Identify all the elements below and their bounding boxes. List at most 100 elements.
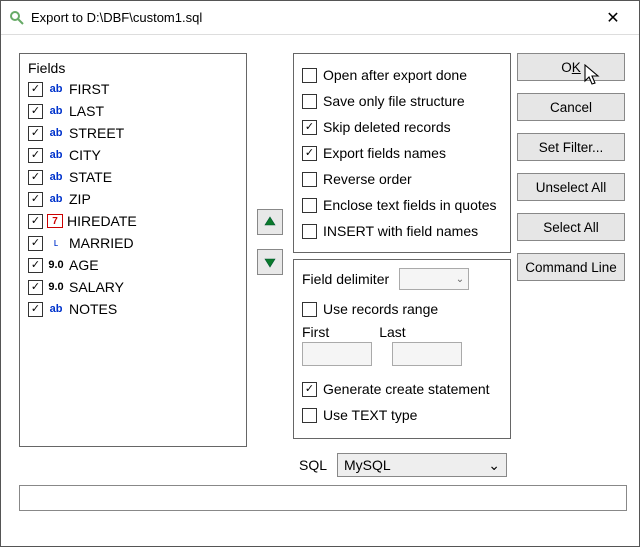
field-type-icon: ʟ [47, 235, 65, 251]
reorder-controls [253, 53, 287, 447]
field-type-icon: ab [47, 81, 65, 97]
option-row: Export fields names [302, 140, 502, 166]
field-name-label: STREET [69, 125, 124, 141]
option-label: Enclose text fields in quotes [323, 197, 497, 213]
cancel-button[interactable]: Cancel [517, 93, 625, 121]
field-checkbox[interactable] [28, 170, 43, 185]
field-name-label: ZIP [69, 191, 91, 207]
chevron-down-icon: ⌄ [456, 274, 464, 285]
field-delimiter-label: Field delimiter [302, 271, 389, 287]
field-row[interactable]: abSTATE [28, 166, 238, 188]
use-text-type-label: Use TEXT type [323, 407, 417, 423]
sql-dialect-select[interactable]: MySQL ⌄ [337, 453, 507, 477]
move-up-button[interactable] [257, 209, 283, 235]
status-bar [19, 485, 627, 511]
set-filter-button[interactable]: Set Filter... [517, 133, 625, 161]
app-icon [9, 10, 25, 26]
first-label: First [302, 324, 329, 340]
unselect-all-button[interactable]: Unselect All [517, 173, 625, 201]
export-options-group: Open after export done Save only file str… [293, 53, 511, 253]
field-checkbox[interactable] [28, 82, 43, 97]
export-dialog: Export to D:\DBF\custom1.sql ✕ Fields ab… [0, 0, 640, 547]
field-checkbox[interactable] [28, 192, 43, 207]
use-records-range-checkbox[interactable] [302, 302, 317, 317]
options-column: Open after export done Save only file str… [293, 53, 511, 447]
field-type-icon: ab [47, 103, 65, 119]
titlebar: Export to D:\DBF\custom1.sql ✕ [1, 1, 639, 35]
field-checkbox[interactable] [28, 236, 43, 251]
field-checkbox[interactable] [28, 280, 43, 295]
chevron-down-icon: ⌄ [488, 457, 500, 474]
option-checkbox[interactable] [302, 146, 317, 161]
field-name-label: STATE [69, 169, 112, 185]
option-label: Open after export done [323, 67, 467, 83]
option-label: Export fields names [323, 145, 446, 161]
option-row: Save only file structure [302, 88, 502, 114]
field-name-label: HIREDATE [67, 213, 137, 229]
option-row: Reverse order [302, 166, 502, 192]
option-checkbox[interactable] [302, 68, 317, 83]
range-options-group: Field delimiter ⌄ Use records range Firs… [293, 259, 511, 439]
use-records-range-label: Use records range [323, 301, 438, 317]
field-delimiter-select[interactable]: ⌄ [399, 268, 469, 290]
field-checkbox[interactable] [28, 258, 43, 273]
move-down-button[interactable] [257, 249, 283, 275]
option-checkbox[interactable] [302, 224, 317, 239]
fields-heading: Fields [28, 60, 238, 76]
generate-create-label: Generate create statement [323, 381, 490, 397]
field-checkbox[interactable] [28, 302, 43, 317]
option-label: Save only file structure [323, 93, 465, 109]
sql-label: SQL [299, 457, 327, 473]
option-checkbox[interactable] [302, 198, 317, 213]
last-label: Last [379, 324, 405, 340]
sql-row: SQL MySQL ⌄ [299, 453, 627, 477]
use-text-type-checkbox[interactable] [302, 408, 317, 423]
field-checkbox[interactable] [28, 104, 43, 119]
field-type-icon: ab [47, 147, 65, 163]
ok-button[interactable]: OK [517, 53, 625, 81]
close-button[interactable]: ✕ [591, 3, 635, 33]
field-type-icon: ab [47, 191, 65, 207]
option-row: INSERT with field names [302, 218, 502, 244]
field-name-label: NOTES [69, 301, 117, 317]
field-row[interactable]: 9.0SALARY [28, 276, 238, 298]
option-row: Enclose text fields in quotes [302, 192, 502, 218]
field-row[interactable]: abFIRST [28, 78, 238, 100]
field-row[interactable]: 7 HIREDATE [28, 210, 238, 232]
field-row[interactable]: abNOTES [28, 298, 238, 320]
first-record-input[interactable] [302, 342, 372, 366]
field-name-label: CITY [69, 147, 101, 163]
field-checkbox[interactable] [28, 126, 43, 141]
field-checkbox[interactable] [28, 214, 43, 229]
select-all-button[interactable]: Select All [517, 213, 625, 241]
window-title: Export to D:\DBF\custom1.sql [31, 10, 591, 25]
field-row[interactable]: 9.0AGE [28, 254, 238, 276]
field-row[interactable]: abSTREET [28, 122, 238, 144]
option-row: Open after export done [302, 62, 502, 88]
field-row[interactable]: ʟMARRIED [28, 232, 238, 254]
option-checkbox[interactable] [302, 172, 317, 187]
option-checkbox[interactable] [302, 120, 317, 135]
last-record-input[interactable] [392, 342, 462, 366]
field-type-icon: 9.0 [47, 257, 65, 273]
option-label: Skip deleted records [323, 119, 451, 135]
option-checkbox[interactable] [302, 94, 317, 109]
buttons-column: OK Cancel Set Filter... Unselect All Sel… [517, 53, 625, 447]
field-checkbox[interactable] [28, 148, 43, 163]
field-type-icon: ab [47, 125, 65, 141]
option-row: Skip deleted records [302, 114, 502, 140]
field-type-icon: 7 [47, 214, 63, 228]
field-name-label: MARRIED [69, 235, 134, 251]
field-name-label: FIRST [69, 81, 109, 97]
fields-list: abFIRSTabLASTabSTREETabCITYabSTATEabZIP7… [28, 78, 238, 320]
field-row[interactable]: abZIP [28, 188, 238, 210]
generate-create-checkbox[interactable] [302, 382, 317, 397]
field-name-label: LAST [69, 103, 104, 119]
field-name-label: SALARY [69, 279, 124, 295]
cursor-icon [584, 64, 602, 89]
field-row[interactable]: abCITY [28, 144, 238, 166]
field-type-icon: ab [47, 169, 65, 185]
option-label: INSERT with field names [323, 223, 478, 239]
command-line-button[interactable]: Command Line [517, 253, 625, 281]
field-row[interactable]: abLAST [28, 100, 238, 122]
